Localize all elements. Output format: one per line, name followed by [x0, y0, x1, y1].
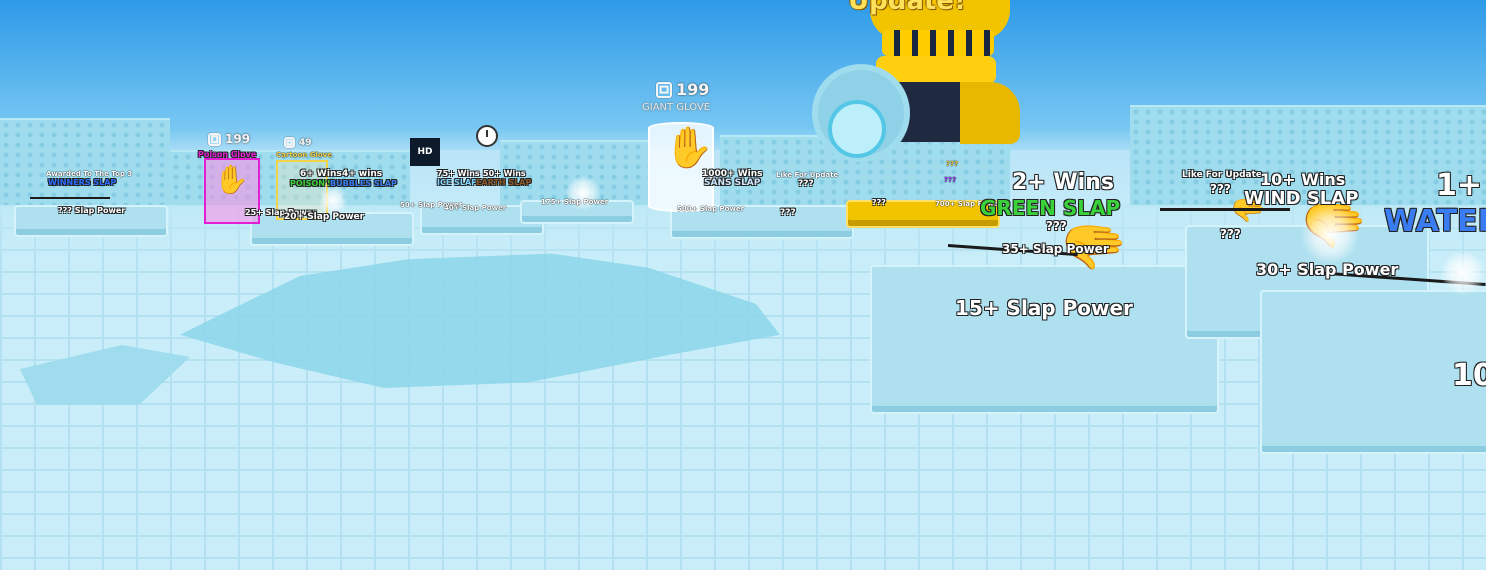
poison-glove-icon[interactable]: ✋: [214, 166, 249, 194]
label-power-30: 30+ Slap Power: [1256, 260, 1399, 279]
update-banner: Update!: [848, 0, 966, 16]
label-mystery-sub: ???: [944, 176, 957, 184]
game-viewport[interactable]: Update! ✋ ✋ ✋ ✋ ✋ HD Awarded To The Top …: [0, 0, 1486, 570]
label-power-20: 20+ Slap Power: [284, 212, 365, 222]
glove-glow-4: [1300, 205, 1360, 265]
hd-logo-sign: HD: [410, 138, 440, 166]
label-power-40: 40+ Slap Power: [444, 204, 507, 212]
label-ice-slap: ICE SLAP: [437, 178, 478, 187]
label-edge-number: 10: [1452, 358, 1486, 393]
slap-stick-winners: [30, 197, 110, 199]
label-poisons-slap: POISON'S: [290, 179, 334, 188]
label-wins-10: 10+ Wins: [1260, 170, 1346, 189]
label-awarded-top3: Awarded To The Top 3: [46, 170, 133, 178]
robux-icon: [284, 137, 295, 148]
clock-icon: [476, 125, 498, 147]
tower-band: [882, 30, 994, 56]
giant-price-value: 199: [676, 80, 710, 99]
label-wins-50: 50+ Wins: [483, 169, 526, 178]
label-water-slap: WATER: [1384, 204, 1486, 239]
label-unknown-mid: ???: [798, 179, 814, 189]
label-cartoon-glove: Cartoon Glove: [276, 151, 332, 159]
label-winners-slap: WINNERS SLAP: [48, 178, 117, 187]
label-winners-power: ??? Slap Power: [58, 206, 126, 215]
giant-glove-icon[interactable]: ✋: [664, 128, 714, 168]
poison-price-value: 199: [225, 132, 251, 146]
label-unknown-gold: ???: [872, 198, 886, 207]
label-green-unknown: ???: [1046, 219, 1067, 233]
label-like-update-right: Like For Update: [1182, 170, 1263, 180]
label-wins-2: 2+ Wins: [1012, 170, 1114, 195]
label-green-slap: GREEN SLAP: [980, 196, 1121, 220]
tower-arm: [960, 82, 1020, 144]
cartoon-price: 49: [284, 137, 312, 148]
label-bubbles-slap: BUBBLES SLAP: [330, 179, 397, 188]
label-wins-75: 75+ Wins: [437, 169, 480, 178]
giant-price: 199: [656, 80, 709, 99]
label-wind-slap: WIND SLAP: [1244, 188, 1359, 209]
glove-stand-green[interactable]: [870, 265, 1219, 414]
label-wind-unknown: ???: [1220, 227, 1241, 241]
poison-price: 199: [208, 132, 250, 146]
glove-glow-3: [1440, 250, 1486, 296]
label-power-500: 500+ Slap Power: [677, 205, 745, 213]
label-earth-slap: EARTH SLAP: [476, 178, 532, 187]
label-mystery-title: ???: [946, 160, 959, 168]
label-wins-6: 6+ Wins: [300, 169, 342, 179]
label-unknown-mid-2: ???: [780, 208, 796, 218]
label-like-update-mid: Like For Update: [776, 171, 839, 179]
tower-mid: [876, 56, 996, 84]
robux-icon: [656, 81, 672, 98]
label-wins-1: 1+ W: [1436, 168, 1486, 203]
cartoon-price-value: 49: [299, 137, 312, 148]
label-power-175: 175+ Slap Power: [541, 198, 609, 206]
label-sans-slap: SANS SLAP: [704, 178, 761, 188]
glove-glow-2: [318, 185, 348, 215]
portal-ring: [828, 100, 886, 158]
label-giant-glove: GIANT GLOVE: [642, 102, 711, 113]
label-like-unknown: ???: [1210, 182, 1231, 196]
label-poison-glove: Poison Glove: [198, 150, 257, 159]
label-power-15: 15+ Slap Power: [955, 296, 1133, 320]
label-power-35: 35+ Slap Power: [1002, 242, 1109, 256]
label-wins-4: 4+ wins: [342, 169, 383, 179]
robux-icon: [208, 132, 221, 146]
